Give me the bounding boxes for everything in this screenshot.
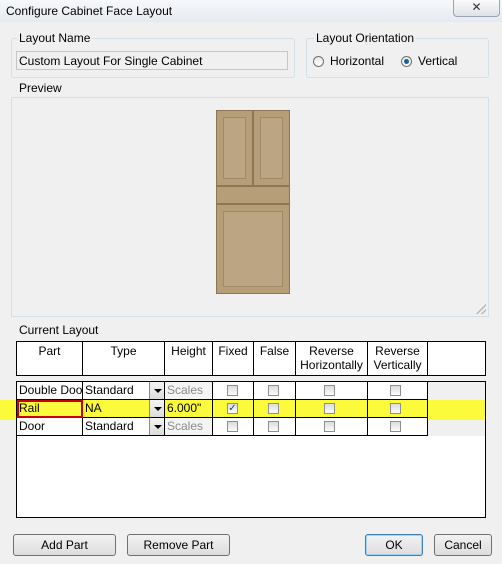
add-part-button[interactable]: Add Part	[13, 534, 116, 556]
checkbox-icon[interactable]	[390, 421, 401, 432]
cell-part[interactable]: Double Door	[17, 382, 83, 400]
dropdown-arrow-icon[interactable]	[149, 418, 164, 435]
cell-type-value: Standard	[85, 419, 134, 433]
cell-type[interactable]: Standard	[83, 418, 165, 436]
table-row[interactable]: Double Door Standard Scales	[17, 382, 428, 400]
col-reverse-h: Reverse Horizontally	[296, 342, 368, 375]
cabinet-lower-door	[216, 204, 290, 294]
checkbox-icon[interactable]	[268, 385, 279, 396]
current-layout-label: Current Layout	[17, 323, 101, 337]
checkbox-icon[interactable]	[227, 421, 238, 432]
checkbox-icon[interactable]	[390, 403, 401, 414]
grid-header: Part Type Height Fixed False Reverse Hor…	[16, 341, 486, 376]
cell-reverse-h[interactable]	[296, 382, 368, 400]
title-bar: Configure Cabinet Face Layout ✕	[0, 0, 502, 22]
grid-empty-area	[17, 436, 485, 517]
radio-checked-icon	[401, 55, 412, 67]
dropdown-arrow-icon[interactable]	[149, 382, 164, 399]
cell-height[interactable]: Scales	[165, 382, 213, 400]
table-row[interactable]: Door Standard Scales	[17, 418, 428, 436]
layout-name-label: Layout Name	[17, 31, 93, 45]
checkbox-icon[interactable]	[227, 385, 238, 396]
remove-part-button[interactable]: Remove Part	[127, 534, 230, 556]
dropdown-arrow-icon[interactable]	[149, 400, 164, 417]
cell-height[interactable]: Scales	[165, 418, 213, 436]
checkbox-checked-icon[interactable]: ✓	[227, 403, 238, 414]
cell-type-value: Standard	[85, 383, 134, 397]
cabinet-upper-right-door	[253, 110, 290, 186]
preview-label: Preview	[17, 81, 64, 95]
radio-unchecked-icon	[313, 55, 324, 67]
radio-horizontal[interactable]: Horizontal	[313, 54, 384, 68]
cell-reverse-v[interactable]	[368, 418, 428, 436]
cabinet-upper-left-door	[216, 110, 253, 186]
checkbox-icon[interactable]	[390, 385, 401, 396]
cell-part[interactable]: Rail	[17, 400, 83, 418]
col-type: Type	[83, 342, 165, 375]
close-button[interactable]: ✕	[453, 0, 500, 17]
radio-horizontal-label: Horizontal	[330, 54, 385, 68]
checkbox-icon[interactable]	[324, 385, 335, 396]
checkbox-icon[interactable]	[268, 421, 279, 432]
cabinet-rail	[216, 186, 290, 204]
layout-name-field[interactable]: Custom Layout For Single Cabinet	[16, 51, 288, 70]
cell-reverse-h[interactable]	[296, 400, 368, 418]
col-false: False	[254, 342, 296, 375]
cell-false[interactable]	[254, 400, 296, 418]
cell-fixed[interactable]	[213, 382, 254, 400]
radio-vertical[interactable]: Vertical	[401, 54, 457, 68]
checkbox-icon[interactable]	[324, 421, 335, 432]
window-title: Configure Cabinet Face Layout	[6, 4, 173, 18]
cancel-button[interactable]: Cancel	[434, 534, 492, 556]
grid-body: Double Door Standard Scales Rail NA 6.00…	[16, 381, 486, 518]
cell-height[interactable]: 6.000"	[165, 400, 213, 418]
cabinet-preview-image	[216, 110, 290, 294]
col-height: Height	[165, 342, 213, 375]
cell-reverse-v[interactable]	[368, 382, 428, 400]
table-row[interactable]: Rail NA 6.000" ✓	[17, 400, 428, 418]
close-icon: ✕	[471, 0, 482, 14]
cell-false[interactable]	[254, 418, 296, 436]
preview-panel	[11, 97, 489, 317]
cell-type-value: NA	[85, 401, 102, 415]
cell-false[interactable]	[254, 382, 296, 400]
cell-part[interactable]: Door	[17, 418, 83, 436]
checkbox-icon[interactable]	[268, 403, 279, 414]
cell-fixed[interactable]: ✓	[213, 400, 254, 418]
col-reverse-v: Reverse Vertically	[368, 342, 428, 375]
checkbox-icon[interactable]	[324, 403, 335, 414]
cell-type[interactable]: NA	[83, 400, 165, 418]
cell-reverse-h[interactable]	[296, 418, 368, 436]
layout-orientation-label: Layout Orientation	[314, 31, 417, 45]
cell-fixed[interactable]	[213, 418, 254, 436]
resize-grip-icon[interactable]	[476, 304, 486, 314]
cell-reverse-v[interactable]	[368, 400, 428, 418]
col-part: Part	[17, 342, 83, 375]
ok-button[interactable]: OK	[365, 534, 423, 556]
col-fixed: Fixed	[213, 342, 254, 375]
cell-type[interactable]: Standard	[83, 382, 165, 400]
radio-vertical-label: Vertical	[418, 54, 458, 68]
